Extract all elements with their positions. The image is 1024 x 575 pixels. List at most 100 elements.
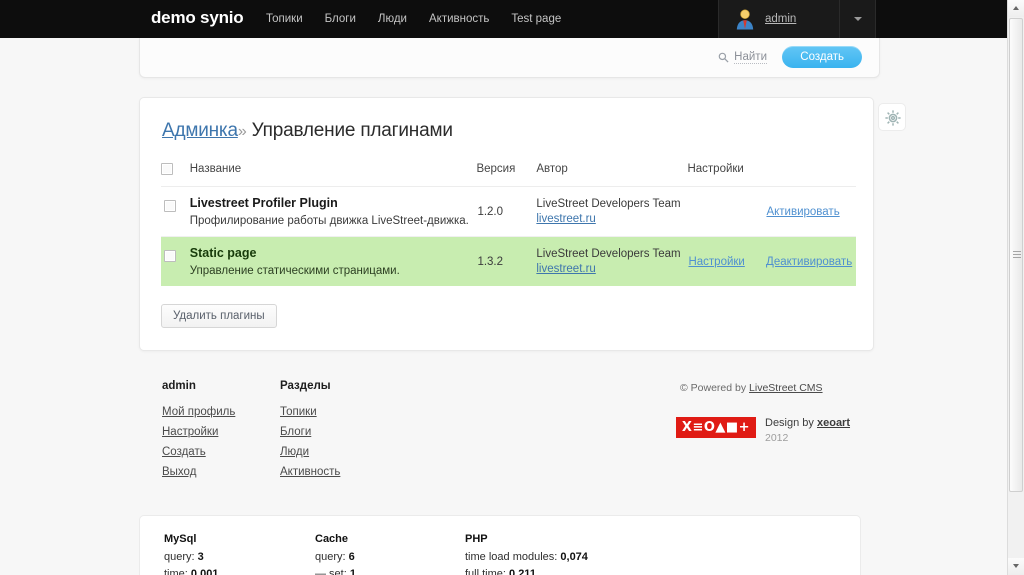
plugins-table: Название Версия Автор Настройки Livestre… xyxy=(161,163,856,287)
page-viewport: demo synio Топики Блоги Люди Активность … xyxy=(0,0,1007,575)
table-header-row: Название Версия Автор Настройки xyxy=(161,163,856,188)
delete-plugins-button[interactable]: Удалить плагины xyxy=(161,304,277,329)
row-select-cell xyxy=(161,187,190,237)
main-content-panel: Админка» Управление плагинами Название В… xyxy=(139,97,874,352)
row-settings-cell: Настройки Деактивировать xyxy=(687,236,856,287)
stats-mysql-title: MySql xyxy=(164,533,197,545)
stats-php-modules: time load modules: 0,074 xyxy=(465,551,588,563)
stats-mysql-query: query: 3 xyxy=(164,551,218,563)
footer-user-title: admin xyxy=(162,380,196,392)
stats-php-title: PHP xyxy=(465,533,488,545)
plugin-activate-link[interactable]: Активировать xyxy=(766,206,839,218)
plugin-name: Livestreet Profiler Plugin xyxy=(189,196,338,211)
plugin-author-link[interactable]: livestreet.ru xyxy=(536,213,595,225)
design-credit: Design by xeoart 2012 xyxy=(765,417,850,444)
stats-cache-query-value: 6 xyxy=(348,551,355,563)
triangle-down-icon xyxy=(1013,564,1019,568)
gear-icon[interactable] xyxy=(879,104,907,132)
nav-item-test-page[interactable]: Test page xyxy=(511,13,561,25)
scrollbar-thumb[interactable] xyxy=(1009,18,1023,492)
user-avatar-icon xyxy=(736,9,754,30)
scrollbar-up-button[interactable] xyxy=(1008,0,1024,17)
nav-item-blogs[interactable]: Блоги xyxy=(325,13,356,25)
breadcrumb-separator: » xyxy=(237,123,247,140)
xeoart-link[interactable]: xeoart xyxy=(817,417,850,429)
footer-link-create[interactable]: Создать xyxy=(162,446,235,458)
table-row: Static page Управление статическими стра… xyxy=(161,236,856,287)
triangle-up-icon xyxy=(1013,6,1019,10)
row-checkbox[interactable] xyxy=(164,200,176,213)
plugin-author: LiveStreet Developers Team xyxy=(536,198,681,211)
header-version: Версия xyxy=(476,163,537,188)
plugin-deactivate-link[interactable]: Деактивировать xyxy=(766,256,852,268)
page-footer: admin Мой профиль Настройки Создать Выхо… xyxy=(139,355,874,500)
stats-cache-set-value: 1 xyxy=(349,568,356,575)
plugin-description: Управление статическими страницами. xyxy=(189,265,400,278)
plugin-author: LiveStreet Developers Team xyxy=(536,248,681,261)
stats-cache-query: query: 6 xyxy=(315,551,356,563)
create-button[interactable]: Создать xyxy=(782,46,862,68)
plugin-settings-link[interactable]: Настройки xyxy=(688,256,744,268)
footer-link-settings[interactable]: Настройки xyxy=(162,426,235,438)
stats-php: PHP time load modules: 0,074 full time: … xyxy=(465,533,588,575)
top-navigation-bar: demo synio Топики Блоги Люди Активность … xyxy=(0,0,1007,38)
breadcrumb-admin-link[interactable]: Админка xyxy=(162,120,238,141)
header-settings: Настройки xyxy=(687,163,856,188)
row-select-cell xyxy=(161,236,190,287)
scrollbar-down-button[interactable] xyxy=(1008,558,1024,575)
row-name-cell: Livestreet Profiler Plugin Профилировани… xyxy=(190,187,477,237)
user-dropdown-toggle[interactable] xyxy=(839,0,877,38)
footer-link-people[interactable]: Люди xyxy=(280,446,340,458)
stats-php-fulltime: full time: 0,211 xyxy=(465,568,588,575)
nav-item-people[interactable]: Люди xyxy=(378,13,407,25)
page-settings-panel[interactable] xyxy=(878,103,906,131)
page-title: Админка» Управление плагинами xyxy=(140,98,873,142)
row-settings-cell: Активировать xyxy=(687,187,856,237)
stats-cache-set: — set: 1 xyxy=(315,568,356,575)
header-author: Автор xyxy=(536,163,688,188)
stats-mysql: MySql query: 3 time: 0,001 xyxy=(164,533,218,575)
powered-prefix: © Powered by xyxy=(680,382,750,394)
stats-mysql-time-label: time: xyxy=(164,568,191,575)
design-prefix: Design by xyxy=(765,417,817,429)
debug-stats-panel: MySql query: 3 time: 0,001 Cache query: … xyxy=(139,515,861,575)
plugin-author-link[interactable]: livestreet.ru xyxy=(536,263,595,275)
footer-sections-title: Разделы xyxy=(280,380,331,392)
row-author-cell: LiveStreet Developers Team livestreet.ru xyxy=(536,187,687,237)
header-select-all xyxy=(161,163,190,188)
stats-mysql-time-value: 0,001 xyxy=(190,568,219,575)
search-link[interactable]: Найти xyxy=(734,51,767,64)
user-menu[interactable]: admin xyxy=(718,0,876,38)
design-year: 2012 xyxy=(765,432,789,444)
footer-column-sections: Разделы Топики Блоги Люди Активность xyxy=(280,380,340,486)
stats-cache-query-label: query: xyxy=(315,551,349,563)
livestreet-cms-link[interactable]: LiveStreet CMS xyxy=(749,382,823,394)
plugin-version: 1.2.0 xyxy=(477,205,504,218)
chevron-down-icon xyxy=(854,17,862,21)
row-checkbox[interactable] xyxy=(164,250,176,263)
footer-link-topics[interactable]: Топики xyxy=(280,406,340,418)
footer-link-logout[interactable]: Выход xyxy=(162,466,235,478)
row-author-cell: LiveStreet Developers Team livestreet.ru xyxy=(536,236,688,287)
footer-link-blogs[interactable]: Блоги xyxy=(280,426,340,438)
xeoart-logo: X≡O▲■+ xyxy=(676,417,756,438)
site-brand[interactable]: demo synio xyxy=(151,8,244,28)
stats-php-modules-value: 0,074 xyxy=(560,551,588,563)
nav-item-topics[interactable]: Топики xyxy=(266,13,303,25)
search-icon[interactable] xyxy=(718,52,729,63)
table-row: Livestreet Profiler Plugin Профилировани… xyxy=(161,187,856,237)
footer-link-activity[interactable]: Активность xyxy=(280,466,340,478)
select-all-checkbox[interactable] xyxy=(161,163,173,175)
footer-link-profile[interactable]: Мой профиль xyxy=(162,406,235,418)
scrollbar-grip-icon xyxy=(1013,251,1021,258)
user-name-link[interactable]: admin xyxy=(765,13,796,25)
header-name: Название xyxy=(189,163,477,188)
page-scrollbar[interactable] xyxy=(1007,0,1024,575)
nav-item-activity[interactable]: Активность xyxy=(429,13,489,25)
stats-cache-set-label: — set: xyxy=(315,568,350,575)
plugin-description: Профилирование работы движка LiveStreet-… xyxy=(189,215,469,228)
stats-cache: Cache query: 6 — set: 1 xyxy=(315,533,356,575)
plugins-table-body: Livestreet Profiler Plugin Профилировани… xyxy=(161,187,856,287)
plugins-table-head: Название Версия Автор Настройки xyxy=(161,163,856,188)
toolbar-panel: Найти Создать xyxy=(139,38,880,78)
